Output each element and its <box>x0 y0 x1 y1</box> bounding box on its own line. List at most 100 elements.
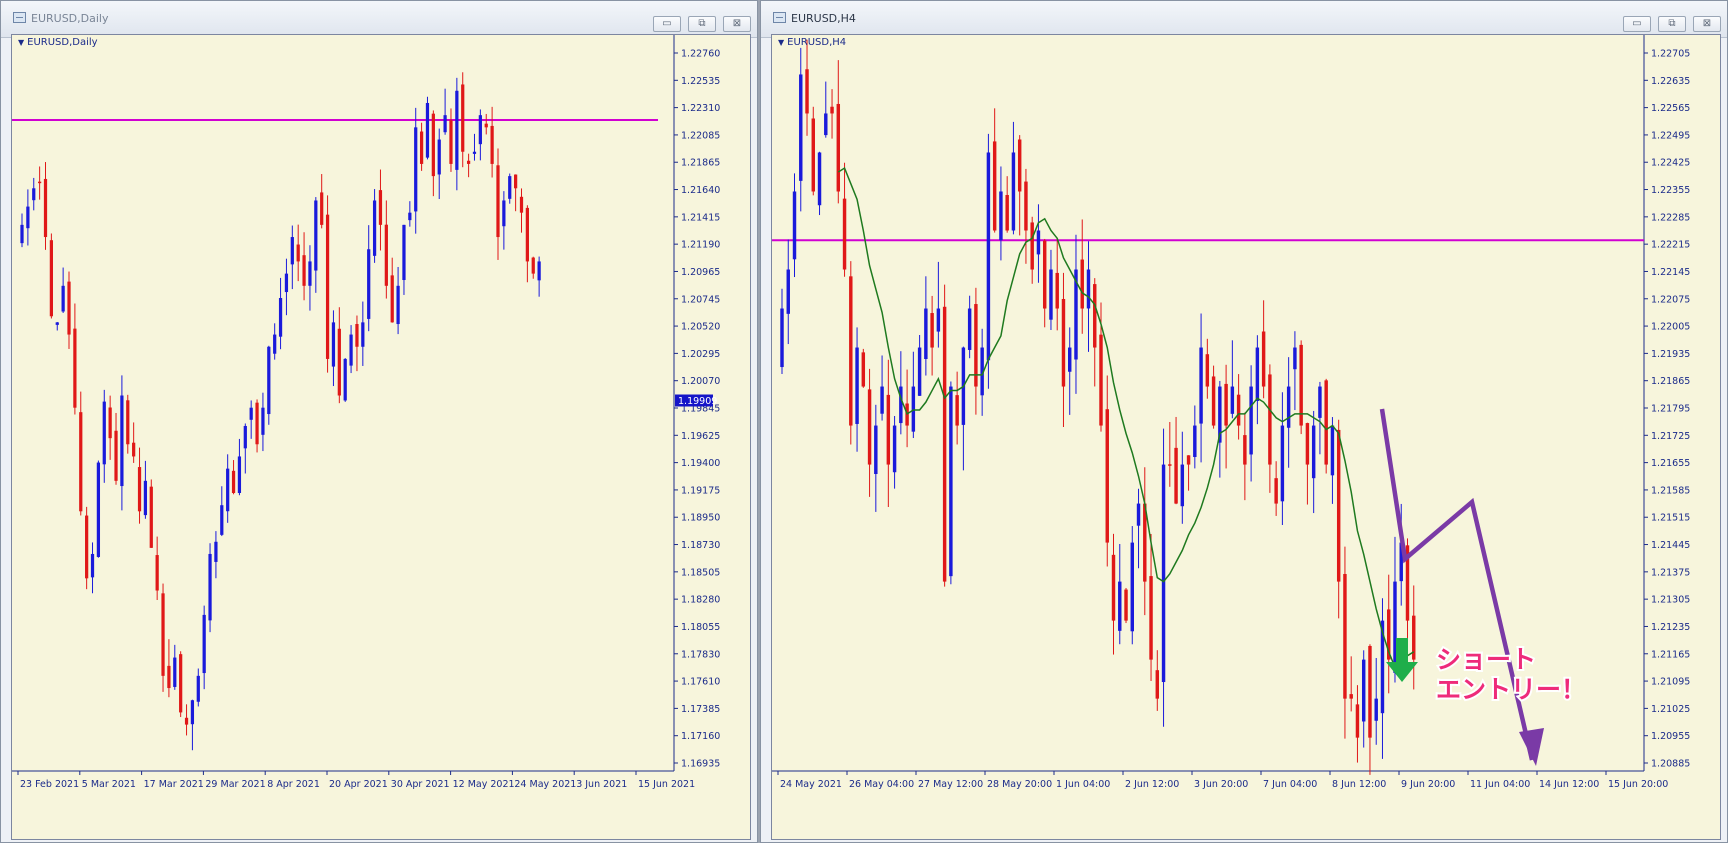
bullish-candle <box>1293 347 1297 370</box>
bullish-candle <box>1230 386 1235 414</box>
bearish-candle <box>930 313 934 348</box>
price-tick-label: 1.19625 <box>681 431 720 442</box>
bullish-candle <box>396 285 400 325</box>
bullish-candle <box>214 541 218 562</box>
h4-chart-svg[interactable]: 1.22705 1.22635 1.22565 1.22495 1.22425 1.223… <box>772 35 1722 841</box>
price-tick-label: 1.21795 <box>1651 404 1690 415</box>
bullish-candle <box>314 200 318 271</box>
time-tick-label: 28 May 20:00 <box>987 779 1052 790</box>
bearish-candle <box>1261 331 1266 387</box>
bullish-candle <box>892 425 897 473</box>
bearish-candle <box>49 240 53 317</box>
restore-button[interactable]: ⧉ <box>1657 16 1686 32</box>
bullish-candle <box>55 322 59 325</box>
chart-area-h4[interactable]: 1.22705 1.22635 1.22565 1.22495 1.22425 1.223… <box>771 34 1721 840</box>
bullish-candle <box>1199 347 1203 424</box>
bullish-candle <box>290 237 294 265</box>
bearish-candle <box>167 665 171 689</box>
price-tick-label: 1.20965 <box>681 267 720 278</box>
titlebar-h4[interactable]: EURUSD,H4 ▭ ⧉ ⊠ <box>761 1 1727 38</box>
bullish-candle <box>924 308 928 360</box>
bullish-candle <box>102 401 106 465</box>
bearish-candle <box>155 555 159 591</box>
close-button[interactable]: ⊠ <box>1693 16 1721 32</box>
bearish-candle <box>184 717 189 725</box>
bearish-candle <box>1368 645 1372 738</box>
time-tick-label: 24 May 2021 <box>514 779 576 790</box>
dropdown-triangle-icon: ▼ <box>778 38 785 47</box>
bullish-candle <box>331 322 336 367</box>
window-eurusd-daily[interactable]: EURUSD,Daily ▭ ⧉ ⊠ 1.22760 1.22535 1.22310… <box>0 0 758 843</box>
time-tick-label: 9 Jun 20:00 <box>1401 779 1455 790</box>
time-tick-label: 27 May 12:00 <box>918 779 983 790</box>
price-tick-label: 1.21415 <box>681 212 720 223</box>
price-tick-label: 1.16935 <box>681 759 720 770</box>
price-tick-label: 1.21515 <box>1651 513 1690 524</box>
price-tick-label: 1.21375 <box>1651 567 1690 578</box>
price-tick-label: 1.22355 <box>1651 185 1690 196</box>
bullish-candle <box>402 224 406 281</box>
bearish-candle <box>161 593 165 676</box>
price-tick-label: 1.22005 <box>1651 322 1690 333</box>
bullish-candle <box>1118 581 1122 631</box>
bearish-candle <box>1105 409 1109 543</box>
bearish-candle <box>325 214 330 359</box>
bearish-candle <box>1149 576 1153 660</box>
bearish-candle <box>132 442 136 457</box>
price-tick-label: 1.21305 <box>1651 595 1690 606</box>
bearish-candle <box>1355 704 1360 738</box>
window-eurusd-h4[interactable]: EURUSD,H4 ▭ ⧉ ⊠ 1.22705 1.22635 1.22565 1.2… <box>760 0 1728 843</box>
price-tick-label: 1.21725 <box>1651 431 1690 442</box>
bearish-candle <box>490 125 494 164</box>
price-tick-label: 1.19400 <box>681 458 720 469</box>
bearish-candle <box>955 395 959 426</box>
price-tick-label: 1.21445 <box>1651 540 1690 551</box>
chart-area-daily[interactable]: 1.22760 1.22535 1.22310 1.22085 1.21865 1.216… <box>11 34 751 840</box>
bullish-candle <box>361 322 365 347</box>
bearish-candle <box>255 402 259 445</box>
bearish-candle <box>466 160 471 164</box>
bearish-candle <box>461 84 465 152</box>
price-tick-label: 1.22215 <box>1651 240 1690 251</box>
price-tick-label: 1.22285 <box>1651 212 1690 223</box>
titlebar-daily[interactable]: EURUSD,Daily ▭ ⧉ ⊠ <box>1 1 757 38</box>
bullish-candle <box>786 269 790 314</box>
close-button[interactable]: ⊠ <box>723 16 751 32</box>
price-tick-label: 1.21095 <box>1651 677 1690 688</box>
price-tick-label: 1.21865 <box>1651 376 1690 387</box>
price-tick-label: 1.22145 <box>1651 267 1690 278</box>
minimize-button[interactable]: ▭ <box>1622 16 1651 32</box>
bearish-candle <box>514 174 518 189</box>
bullish-candle <box>237 456 242 494</box>
symbol-label[interactable]: ▼ EURUSD,Daily <box>18 37 98 48</box>
bearish-candle <box>1093 284 1097 348</box>
bullish-candle <box>792 191 797 260</box>
price-tick-label: 1.21655 <box>1651 458 1690 469</box>
bullish-candle <box>1249 386 1253 455</box>
bearish-candle <box>886 394 891 465</box>
bullish-candle <box>278 297 283 337</box>
bearish-candle <box>525 207 529 262</box>
bearish-candle <box>449 120 453 164</box>
time-tick-label: 2 Jun 12:00 <box>1125 779 1179 790</box>
time-tick-label: 24 May 2021 <box>780 779 842 790</box>
bullish-candle <box>1286 386 1291 428</box>
bearish-candle <box>1111 554 1116 621</box>
daily-chart-svg[interactable]: 1.22760 1.22535 1.22310 1.22085 1.21865 1.216… <box>12 35 752 841</box>
trend-arrowhead-icon <box>1519 728 1544 766</box>
minimize-button[interactable]: ▭ <box>652 16 681 32</box>
bullish-candle <box>1136 503 1141 526</box>
bullish-candle <box>1130 542 1134 632</box>
time-tick-label: 12 May 2021 <box>453 779 515 790</box>
short-entry-annotation-text: ショート <box>1436 645 1536 674</box>
bullish-candle <box>917 347 922 396</box>
price-tick-label: 1.20955 <box>1651 731 1690 742</box>
bearish-candle <box>73 328 77 408</box>
price-tick-label: 1.22705 <box>1651 49 1690 60</box>
symbol-label[interactable]: ▼ EURUSD,H4 <box>778 37 846 48</box>
price-tick-label: 1.18280 <box>681 595 720 606</box>
price-tick-label: 1.20745 <box>681 294 720 305</box>
restore-button[interactable]: ⧉ <box>687 16 716 32</box>
bullish-candle <box>437 139 441 175</box>
price-tick-label: 1.21235 <box>1651 622 1690 633</box>
